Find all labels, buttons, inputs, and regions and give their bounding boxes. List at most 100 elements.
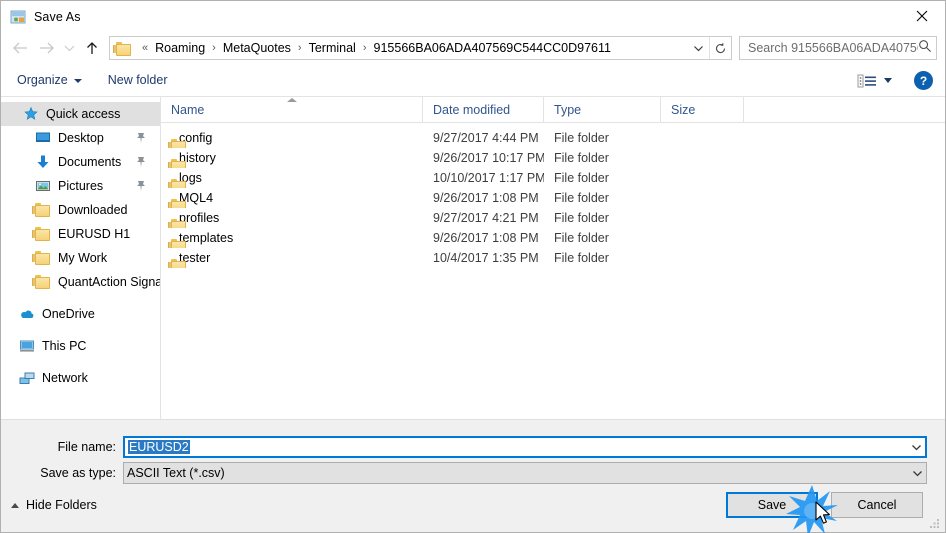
this-pc-icon [19,338,35,354]
cancel-button[interactable]: Cancel [831,492,923,518]
breadcrumb-item-0[interactable]: Roaming [153,41,207,55]
close-button[interactable] [899,1,945,31]
file-size [661,128,744,148]
sidebar-item-documents[interactable]: Documents [1,150,160,174]
file-type: File folder [554,151,609,165]
sidebar-item-label: EURUSD H1 [58,227,131,241]
table-row[interactable]: tester 10/4/2017 1:35 PM File folder [161,248,945,268]
save-as-type-value: ASCII Text (*.csv) [127,466,225,480]
search-icon [918,39,932,58]
search-input[interactable]: Search 915566BA06ADA40756... [739,36,937,60]
sidebar-item-label: Downloaded [58,203,128,217]
file-list-panel: Name Date modified Type Size config 9/27… [161,96,945,419]
column-header-name[interactable]: Name [161,96,423,123]
sidebar-item-quantaction-signal[interactable]: QuantAction Signal [1,270,160,294]
view-layout-icon[interactable] [857,73,877,89]
save-as-dialog: Save As « Roaming › MetaQuotes › Termina… [0,0,946,533]
save-as-type-select[interactable]: ASCII Text (*.csv) [123,462,927,484]
file-date: 9/27/2017 4:44 PM [433,131,539,145]
pin-icon[interactable] [136,132,146,144]
save-as-type-label: Save as type: [40,466,116,480]
sidebar-item-label: Pictures [58,179,104,193]
chevron-up-icon [11,502,19,508]
chevron-down-icon[interactable] [884,78,892,83]
pin-icon[interactable] [136,156,146,168]
hide-folders-label: Hide Folders [26,498,97,512]
refresh-icon[interactable] [709,37,731,59]
dialog-buttons: Save Cancel [726,492,923,518]
organize-label: Organize [17,73,68,87]
sidebar-item-pictures[interactable]: Pictures [1,174,160,198]
breadcrumb-item-3[interactable]: 915566BA06ADA407569C544CC0D97611 [372,41,613,55]
file-date: 9/27/2017 4:21 PM [433,211,539,225]
table-row[interactable]: history 9/26/2017 10:17 PM File folder [161,148,945,168]
search-placeholder: Search 915566BA06ADA40756... [748,41,918,55]
hide-folders-button[interactable]: Hide Folders [11,498,97,512]
forward-arrow-icon[interactable] [33,35,59,61]
column-header-label: Date modified [433,102,511,117]
sidebar-item-this-pc[interactable]: This PC [1,334,160,358]
table-row[interactable]: profiles 9/27/2017 4:21 PM File folder [161,208,945,228]
chevron-right-icon: › [212,42,216,54]
file-type: File folder [554,211,609,225]
navigation-sidebar: Quick access Desktop Documents Pictures … [1,97,161,419]
chevron-down-icon[interactable] [908,443,925,451]
sidebar-item-onedrive[interactable]: OneDrive [1,302,160,326]
folder-icon [32,202,51,218]
new-folder-button[interactable]: New folder [108,73,168,87]
table-row[interactable]: config 9/27/2017 4:44 PM File folder [161,128,945,148]
chevron-down-icon [73,79,82,83]
breadcrumb-item-1[interactable]: MetaQuotes [221,41,293,55]
breadcrumb-item-2[interactable]: Terminal [307,41,358,55]
file-name-value: EURUSD2 [128,440,190,454]
sidebar-item-label: Desktop [58,131,104,145]
table-row[interactable]: templates 9/26/2017 1:08 PM File folder [161,228,945,248]
breadcrumb-overflow[interactable]: « [137,42,153,54]
dialog-footer: File name: EURUSD2 Save as type: ASCII T… [1,419,945,532]
column-header-type[interactable]: Type [544,96,661,123]
title-bar: Save As [1,1,945,32]
sidebar-item-quick-access[interactable]: Quick access [1,102,160,126]
sidebar-item-desktop[interactable]: Desktop [1,126,160,150]
table-row[interactable]: MQL4 9/26/2017 1:08 PM File folder [161,188,945,208]
command-bar-right: ? [857,64,933,97]
file-type: File folder [554,131,609,145]
window-title: Save As [34,9,81,24]
file-type: File folder [554,231,609,245]
file-name: templates [179,231,234,245]
help-button[interactable]: ? [914,71,933,90]
chevron-down-icon[interactable] [687,37,709,59]
file-name-row: File name: EURUSD2 [1,436,945,458]
sidebar-item-my-work[interactable]: My Work [1,246,160,270]
file-type: File folder [554,251,609,265]
network-icon [19,370,35,386]
sidebar-item-label: QuantAction Signal [58,275,160,289]
file-name-input[interactable]: EURUSD2 [123,436,927,458]
resize-grip-icon[interactable] [929,517,941,529]
up-arrow-icon[interactable] [79,35,105,61]
back-arrow-icon[interactable] [7,35,33,61]
file-type: File folder [554,171,609,185]
sidebar-item-eurusd-h1[interactable]: EURUSD H1 [1,222,160,246]
sidebar-item-downloaded[interactable]: Downloaded [1,198,160,222]
file-date: 10/10/2017 1:17 PM [433,171,544,185]
save-button[interactable]: Save [726,492,818,518]
sidebar-item-network[interactable]: Network [1,366,160,390]
command-bar: Organize New folder ? [1,64,945,97]
pin-icon[interactable] [136,180,146,192]
star-icon [23,106,39,122]
table-row[interactable]: logs 10/10/2017 1:17 PM File folder [161,168,945,188]
column-header-date-modified[interactable]: Date modified [423,96,544,123]
chevron-down-icon[interactable] [909,469,926,477]
save-as-type-row: Save as type: ASCII Text (*.csv) [1,462,945,484]
dialog-body: Quick access Desktop Documents Pictures … [1,96,945,419]
sidebar-item-label: Documents [58,155,122,169]
folder-icon [32,226,51,242]
chevron-right-icon: › [297,42,302,54]
documents-icon [35,154,51,170]
recent-locations-icon[interactable] [59,35,79,61]
address-bar[interactable]: « Roaming › MetaQuotes › Terminal › 9155… [109,36,732,60]
organize-menu-button[interactable]: Organize [17,73,82,87]
pictures-icon [35,178,51,194]
column-header-size[interactable]: Size [661,96,744,123]
